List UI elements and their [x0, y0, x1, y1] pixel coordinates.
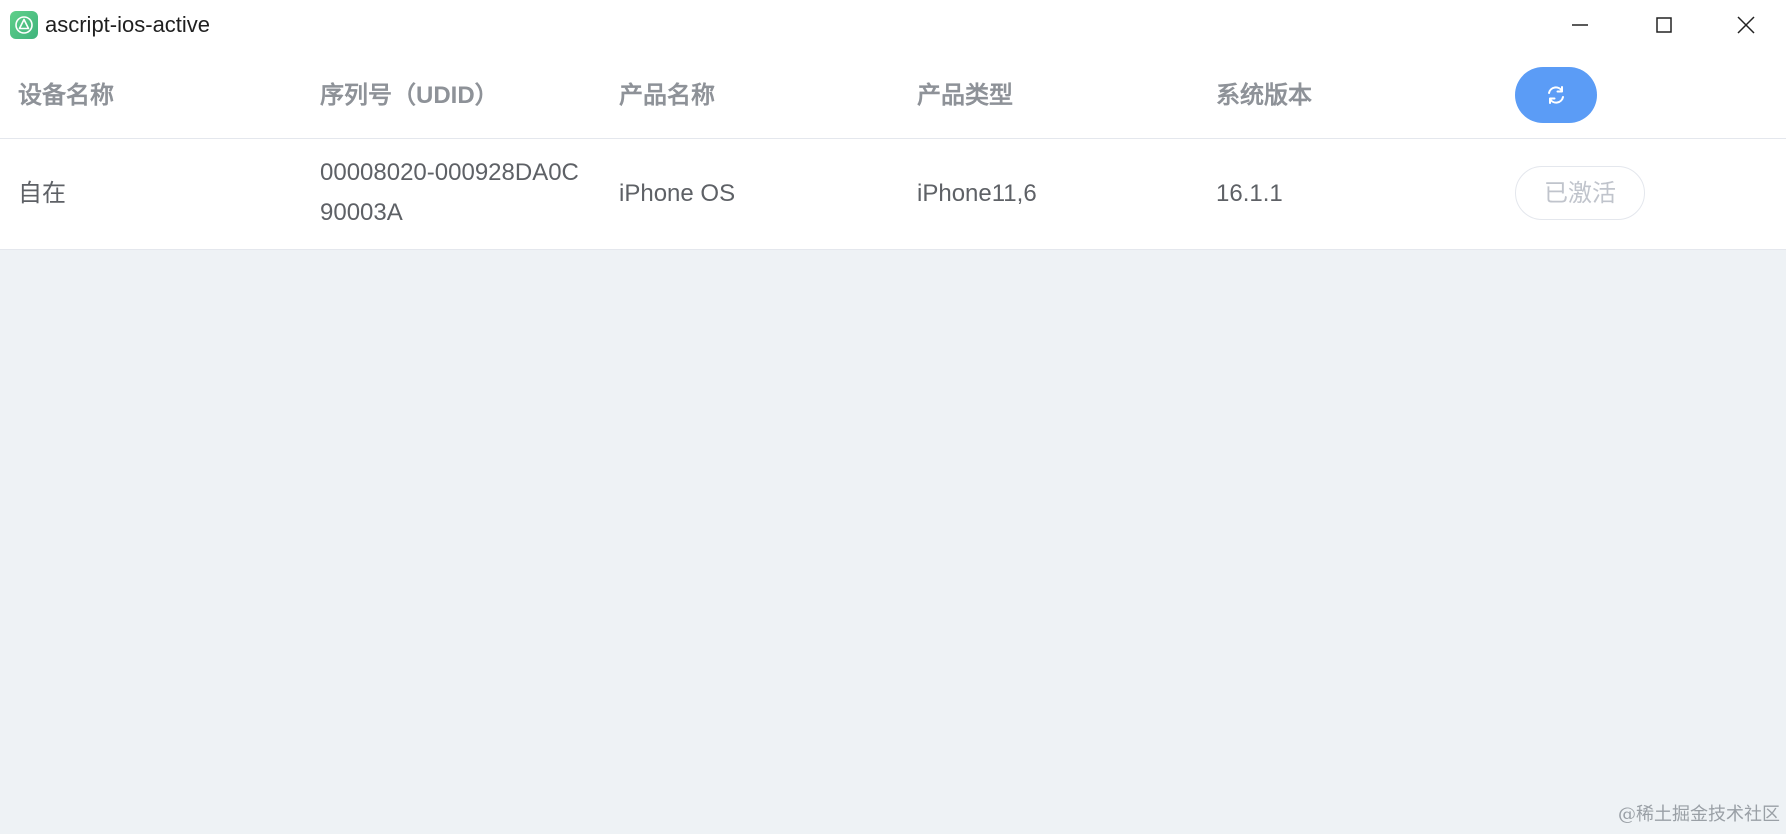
- cell-product-type: iPhone11,6: [917, 180, 1037, 207]
- minimize-button[interactable]: [1540, 0, 1620, 50]
- cell-os-version: 16.1.1: [1216, 180, 1283, 207]
- watermark: @稀土掘金技术社区: [1618, 804, 1780, 825]
- activated-button[interactable]: 已激活: [1515, 166, 1645, 220]
- title-bar[interactable]: ascript-ios-active: [0, 0, 1786, 50]
- header-product-type: 产品类型: [917, 82, 1013, 109]
- header-product-name: 产品名称: [619, 82, 715, 109]
- cell-product-name: iPhone OS: [619, 180, 736, 207]
- header-device-name: 设备名称: [18, 82, 114, 109]
- app-window: ascript-ios-active 设备名称 序列号（UDID） 产品名称 产…: [0, 0, 1786, 834]
- maximize-button[interactable]: [1624, 0, 1704, 50]
- cell-device-name: 自在: [18, 180, 66, 207]
- minimize-icon: [1572, 24, 1588, 26]
- window-title: ascript-ios-active: [45, 12, 211, 37]
- table-row: 自在 00008020-000928DA0C90003A iPhone OS i…: [0, 139, 1786, 250]
- device-table: 设备名称 序列号（UDID） 产品名称 产品类型 系统版本 自在 0000802…: [0, 50, 1786, 250]
- header-os-version: 系统版本: [1216, 82, 1312, 109]
- refresh-icon: [1548, 86, 1564, 104]
- ascript-logo-icon: [10, 11, 38, 39]
- refresh-button[interactable]: [1515, 67, 1597, 123]
- close-icon: [1737, 16, 1755, 34]
- table-header: 设备名称 序列号（UDID） 产品名称 产品类型 系统版本: [0, 50, 1786, 139]
- cell-udid: 00008020-000928DA0C90003A: [320, 159, 579, 226]
- close-button[interactable]: [1706, 0, 1786, 50]
- header-udid: 序列号（UDID）: [320, 82, 499, 109]
- maximize-icon: [1656, 17, 1672, 33]
